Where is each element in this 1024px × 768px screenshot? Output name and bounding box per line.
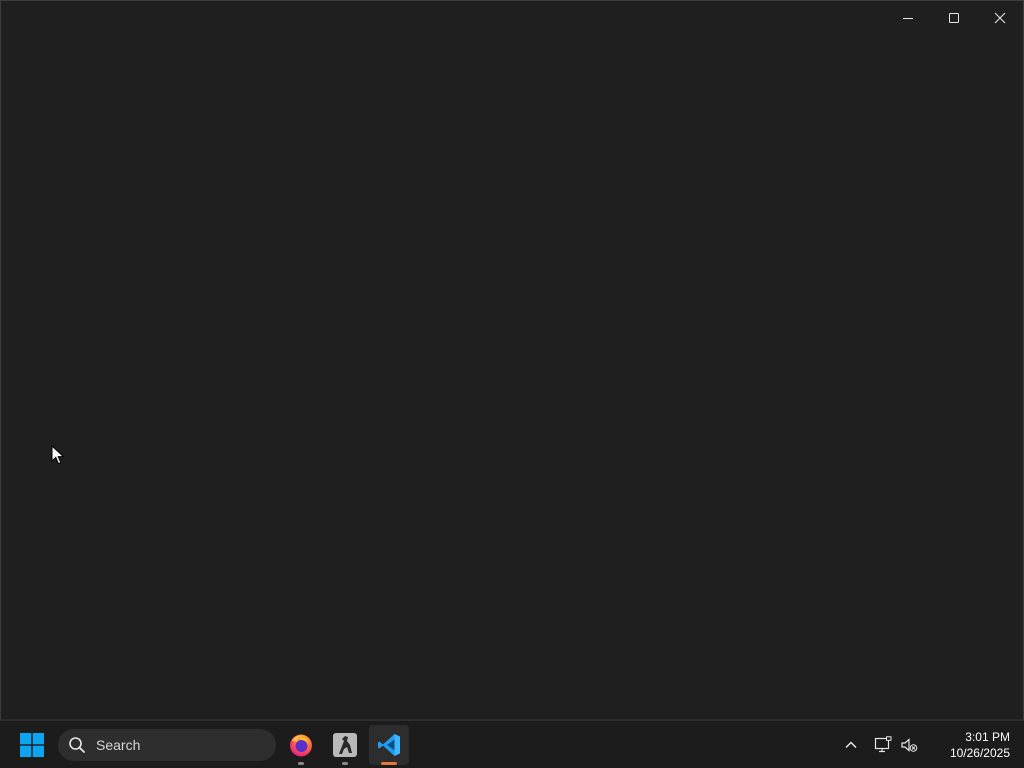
app-window [0,0,1024,720]
desktop-screen: Search 3:01 PM 10/26/2025 [0,0,1024,768]
volume-muted-icon [901,738,918,752]
minimize-button[interactable] [885,1,931,35]
mouse-cursor-icon [51,445,65,465]
maximize-button[interactable] [931,1,977,35]
app-open-indicator [342,762,348,765]
taskbar-app-firefox[interactable] [281,725,321,765]
taskbar-search-box[interactable]: Search [58,729,276,761]
start-button[interactable] [12,725,52,765]
app-open-indicator [298,762,304,765]
taskbar: Search 3:01 PM 10/26/2025 [0,720,1024,768]
taskbar-clock[interactable]: 3:01 PM 10/26/2025 [928,729,1010,761]
clock-time: 3:01 PM [965,730,1010,744]
chevron-up-icon [845,741,857,749]
network-button[interactable] [870,725,896,765]
volume-button[interactable] [896,725,922,765]
search-icon [68,736,86,754]
window-controls [885,1,1023,35]
taskbar-app-vscode[interactable] [369,725,409,765]
network-icon [874,736,892,753]
system-tray: 3:01 PM 10/26/2025 [838,721,1024,768]
close-icon [994,12,1006,24]
show-hidden-icons-button[interactable] [838,725,864,765]
windows-logo-icon [20,733,44,757]
taskbar-app-counter-strike[interactable] [325,725,365,765]
firefox-icon [290,734,312,757]
counter-strike-icon [333,733,357,757]
close-button[interactable] [977,1,1023,35]
maximize-icon [949,13,959,23]
app-focused-indicator [381,762,397,765]
search-placeholder: Search [96,737,141,753]
vscode-icon [378,734,400,756]
clock-date: 10/26/2025 [949,746,1010,760]
minimize-icon [903,18,913,19]
